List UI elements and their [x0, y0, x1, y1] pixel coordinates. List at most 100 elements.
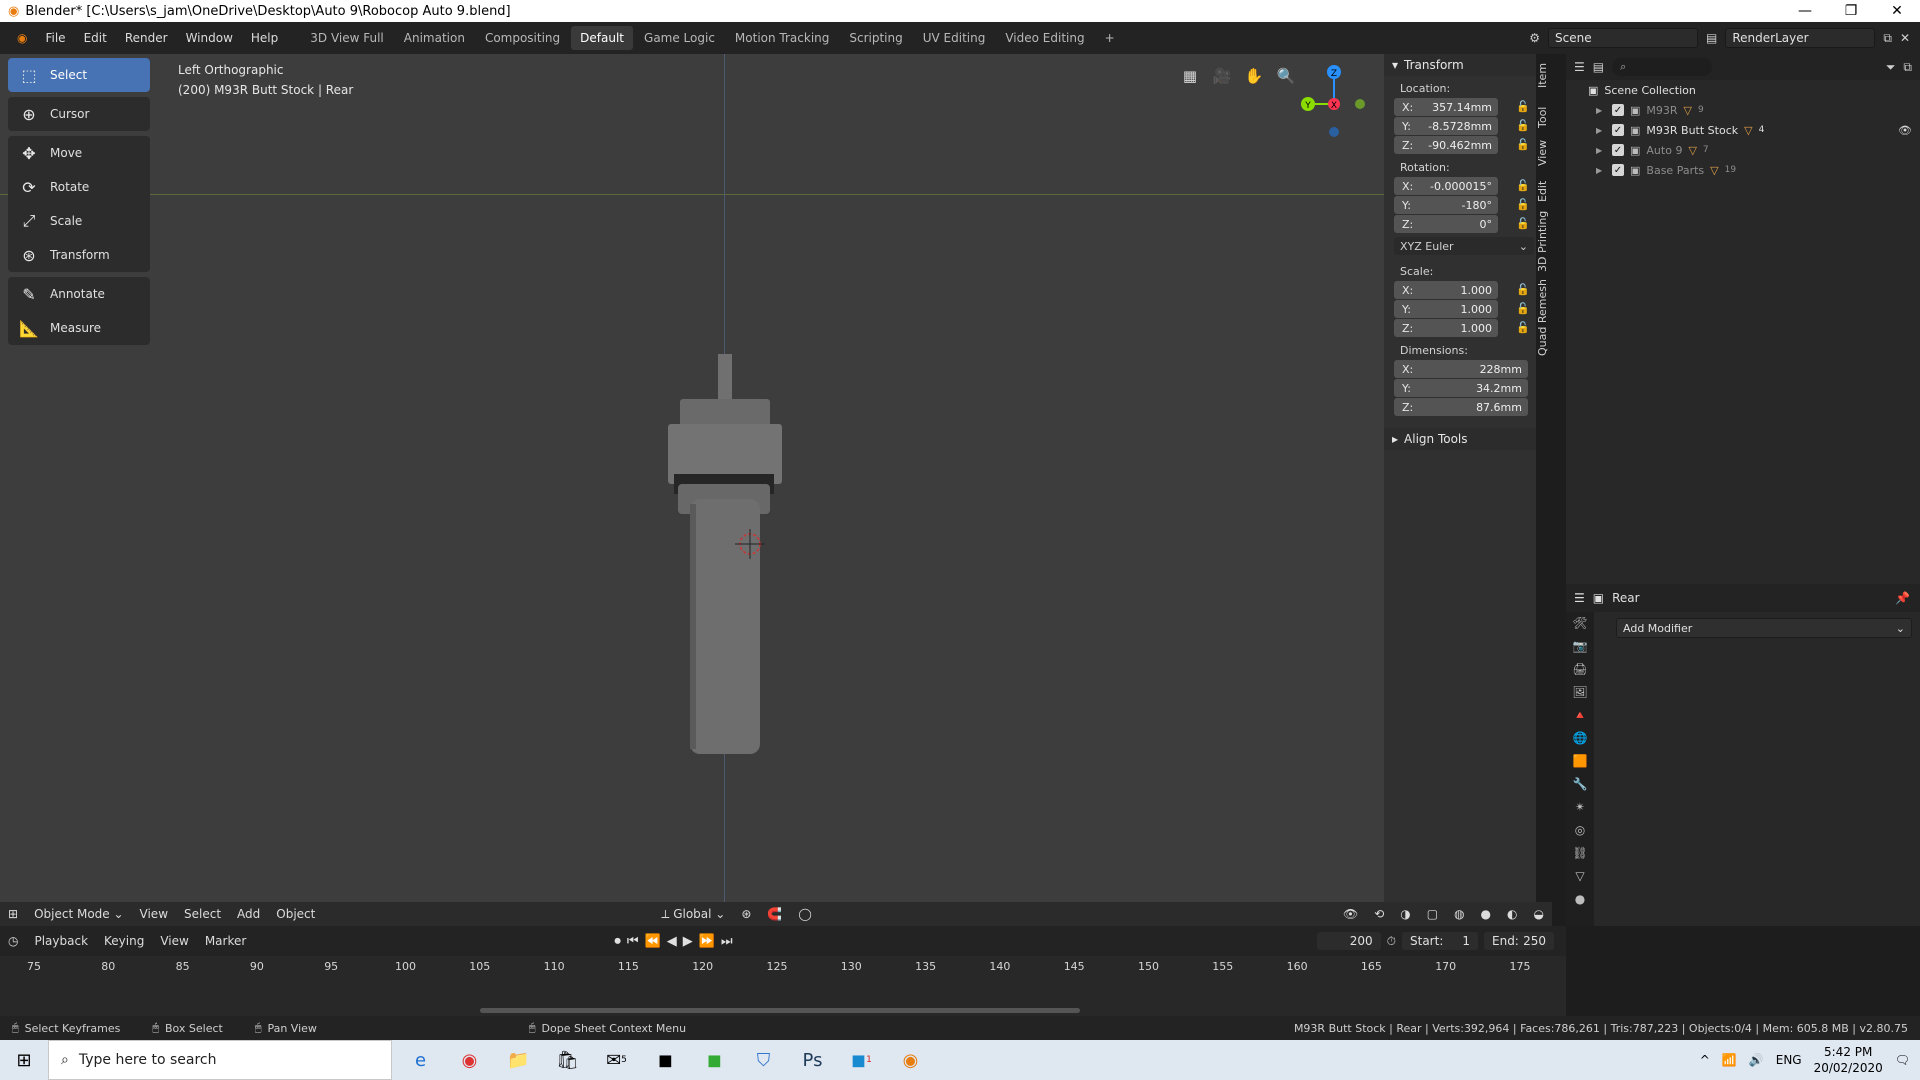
remove-layer-icon[interactable]: ✕: [1900, 31, 1910, 45]
lock-icon[interactable]: 🔓: [1516, 217, 1530, 230]
location-x-field[interactable]: X: 357.14mm 🔓: [1394, 98, 1530, 116]
outliner-row-butt-stock[interactable]: ▶ ✓ ▣ M93R Butt Stock ▽ 4 👁: [1566, 120, 1920, 140]
lock-icon[interactable]: 🔓: [1516, 321, 1530, 334]
end-frame-field[interactable]: End: 250: [1484, 932, 1554, 950]
tool-move[interactable]: ✥ Move: [8, 136, 150, 170]
view-layer-icon[interactable]: ▤: [1706, 31, 1717, 45]
physics-props-icon[interactable]: ◎: [1566, 819, 1594, 842]
scene-icon[interactable]: ⚙: [1529, 31, 1540, 45]
app-icon-badge[interactable]: ◼ 1: [837, 1040, 886, 1080]
menu-marker[interactable]: Marker: [197, 934, 254, 948]
proportional-icon[interactable]: ◯: [790, 907, 819, 921]
menu-help[interactable]: Help: [242, 31, 287, 45]
scene-props-icon[interactable]: 🔺: [1566, 704, 1594, 727]
align-tools-header[interactable]: ▸ Align Tools: [1384, 428, 1536, 450]
tab-quad-remesh[interactable]: Quad Remesh: [1536, 279, 1549, 356]
location-y-field[interactable]: Y: -8.5728mm 🔓: [1394, 117, 1530, 135]
scale-z-field[interactable]: Z: 1.000 🔓: [1394, 319, 1530, 337]
lock-icon[interactable]: 🔓: [1516, 198, 1530, 211]
editor-type-icon[interactable]: ⊞: [0, 907, 26, 921]
tool-rotate[interactable]: ⟳ Rotate: [8, 170, 150, 204]
render-props-icon[interactable]: 📷: [1566, 635, 1594, 658]
view-layer-props-icon[interactable]: 🖼: [1566, 681, 1594, 704]
menu-object[interactable]: Object: [268, 907, 323, 921]
chrome-icon[interactable]: ◉: [445, 1040, 494, 1080]
expand-arrow-icon[interactable]: ▶: [1596, 126, 1606, 135]
tab-video-editing[interactable]: Video Editing: [996, 26, 1093, 50]
blender-menu-icon[interactable]: ◉: [8, 31, 36, 45]
scale-y-field[interactable]: Y: 1.000 🔓: [1394, 300, 1530, 318]
tab-game-logic[interactable]: Game Logic: [635, 26, 724, 50]
tab-scripting[interactable]: Scripting: [840, 26, 911, 50]
material-shading-icon[interactable]: ◐: [1499, 907, 1525, 921]
tool-cursor[interactable]: ⊕ Cursor: [8, 97, 150, 131]
menu-render[interactable]: Render: [116, 31, 177, 45]
new-collection-icon[interactable]: ⧉: [1903, 60, 1912, 75]
tool-settings-icon[interactable]: 🛠: [1566, 612, 1594, 635]
tool-measure[interactable]: 📐 Measure: [8, 311, 150, 345]
taskbar-search[interactable]: ⌕ Type here to search: [48, 1040, 392, 1080]
eye-icon[interactable]: 👁: [1898, 124, 1912, 137]
add-workspace-icon[interactable]: +: [1096, 26, 1124, 50]
hand-pan-icon[interactable]: ✋: [1242, 64, 1266, 88]
scene-collection-row[interactable]: ▣ Scene Collection: [1566, 80, 1920, 100]
object-props-icon[interactable]: 🟧: [1566, 750, 1594, 773]
tab-compositing[interactable]: Compositing: [476, 26, 569, 50]
close-icon[interactable]: ✕: [1874, 0, 1920, 22]
lock-icon[interactable]: 🔓: [1516, 302, 1530, 315]
object-mode-dropdown[interactable]: Object Mode ⌄: [26, 907, 131, 921]
gizmo-toggle-icon[interactable]: ⟲: [1366, 907, 1392, 921]
tab-edit[interactable]: Edit: [1536, 181, 1549, 202]
render-layer-selector[interactable]: RenderLayer: [1725, 28, 1876, 48]
outliner-row-base-parts[interactable]: ▶ ✓ ▣ Base Parts ▽ 19: [1566, 160, 1920, 180]
camera-view-icon[interactable]: 🎥: [1210, 64, 1234, 88]
expand-arrow-icon[interactable]: ▶: [1596, 106, 1606, 115]
start-frame-field[interactable]: Start: 1: [1402, 932, 1478, 950]
butt-stock-model[interactable]: [650, 354, 810, 764]
checkbox-icon[interactable]: ✓: [1612, 164, 1624, 176]
rotation-x-field[interactable]: X: -0.000015° 🔓: [1394, 177, 1530, 195]
menu-file[interactable]: File: [36, 31, 74, 45]
tab-animation[interactable]: Animation: [395, 26, 474, 50]
checkbox-icon[interactable]: ✓: [1612, 124, 1624, 136]
rotation-y-field[interactable]: Y: -180° 🔓: [1394, 196, 1530, 214]
particles-props-icon[interactable]: ✴: [1566, 796, 1594, 819]
tray-chevron-icon[interactable]: ^: [1700, 1053, 1710, 1067]
lock-icon[interactable]: 🔓: [1516, 179, 1530, 192]
editor-type-icon[interactable]: ☰: [1574, 60, 1585, 74]
tool-scale[interactable]: ⤢ Scale: [8, 204, 150, 238]
world-props-icon[interactable]: 🌐: [1566, 727, 1594, 750]
menu-timeline-view[interactable]: View: [152, 934, 196, 948]
expand-arrow-icon[interactable]: ▶: [1596, 146, 1606, 155]
dimension-x-field[interactable]: X: 228mm: [1394, 360, 1528, 378]
language-indicator[interactable]: ENG: [1776, 1053, 1802, 1067]
menu-view[interactable]: View: [132, 907, 176, 921]
app-icon-dark[interactable]: ◼: [641, 1040, 690, 1080]
notifications-icon[interactable]: 🗨: [1895, 1053, 1910, 1067]
next-keyframe-icon[interactable]: ⏩: [699, 934, 715, 949]
output-props-icon[interactable]: 🖨: [1566, 658, 1594, 681]
play-reverse-icon[interactable]: ◀: [667, 934, 677, 949]
object-data-props-icon[interactable]: ▽: [1566, 865, 1594, 888]
add-modifier-dropdown[interactable]: Add Modifier ⌄: [1616, 618, 1912, 638]
tab-default[interactable]: Default: [571, 26, 634, 50]
tab-item[interactable]: Item: [1536, 63, 1549, 88]
material-props-icon[interactable]: ●: [1566, 888, 1594, 911]
tab-3d-view-full[interactable]: 3D View Full: [301, 26, 393, 50]
tab-3d-printing[interactable]: 3D Printing: [1536, 211, 1549, 272]
mail-icon[interactable]: ✉ 5: [592, 1040, 641, 1080]
photoshop-icon[interactable]: Ps: [788, 1040, 837, 1080]
rotation-z-field[interactable]: Z: 0° 🔓: [1394, 215, 1530, 233]
tab-tool[interactable]: Tool: [1536, 107, 1549, 128]
jump-end-icon[interactable]: ⏭: [721, 934, 733, 949]
clock[interactable]: 5:42 PM 20/02/2020: [1814, 1044, 1883, 1076]
tab-motion-tracking[interactable]: Motion Tracking: [726, 26, 838, 50]
store-icon[interactable]: 🛍: [543, 1040, 592, 1080]
grid-view-icon[interactable]: ▦: [1178, 64, 1202, 88]
outliner-row-auto9[interactable]: ▶ ✓ ▣ Auto 9 ▽ 7: [1566, 140, 1920, 160]
prev-keyframe-icon[interactable]: ⏪: [645, 934, 661, 949]
lock-icon[interactable]: 🔓: [1516, 119, 1530, 132]
outliner-row-m93r[interactable]: ▶ ✓ ▣ M93R ▽ 9: [1566, 100, 1920, 120]
minimize-icon[interactable]: —: [1782, 0, 1828, 22]
wireframe-shading-icon[interactable]: ◍: [1446, 907, 1472, 921]
